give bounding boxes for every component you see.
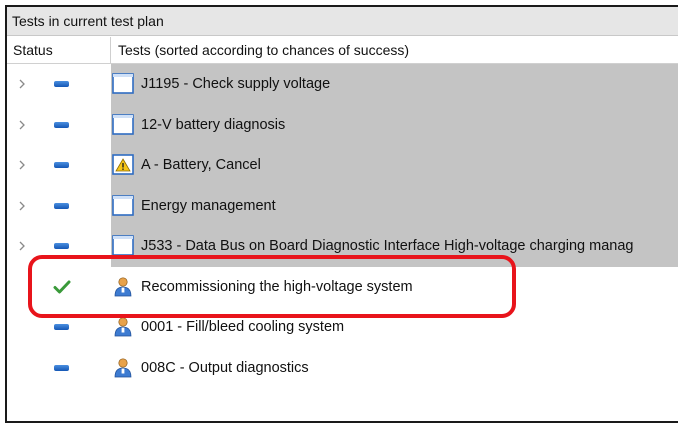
- test-label: Recommissioning the high-voltage system: [141, 278, 413, 295]
- chevron-right-icon[interactable]: [18, 199, 26, 211]
- pending-status-icon: [54, 202, 69, 209]
- pending-status-icon: [54, 243, 69, 249]
- pending-status-icon: [54, 121, 69, 128]
- tests-column-header[interactable]: Tests (sorted according to chances of su…: [118, 37, 409, 63]
- document-icon: [112, 73, 134, 94]
- user-icon: [112, 316, 134, 337]
- test-label: J533 - Data Bus on Board Diagnostic Inte…: [141, 238, 634, 254]
- test-plan-panel: Tests in current test plan Status Tests …: [5, 5, 678, 423]
- document-icon: [112, 194, 134, 216]
- panel-title: Tests in current test plan: [7, 7, 678, 36]
- test-row[interactable]: 12-V battery diagnosis: [7, 105, 678, 145]
- warning-document-icon: [112, 154, 134, 175]
- pending-status-icon: [54, 324, 69, 330]
- test-label: A - Battery, Cancel: [141, 157, 261, 173]
- column-divider[interactable]: [110, 37, 111, 63]
- pending-status-icon: [54, 364, 69, 371]
- user-icon: [112, 276, 134, 297]
- test-label: Energy management: [141, 197, 276, 214]
- chevron-right-icon[interactable]: [18, 77, 26, 89]
- test-label: J1195 - Check supply voltage: [141, 76, 331, 92]
- test-row[interactable]: Recommissioning the high-voltage system: [7, 267, 678, 307]
- test-label: 12-V battery diagnosis: [141, 116, 286, 133]
- pending-status-icon: [54, 162, 69, 168]
- chevron-right-icon[interactable]: [18, 118, 26, 130]
- chevron-right-icon[interactable]: [18, 158, 26, 170]
- checkmark-icon: [53, 279, 71, 295]
- test-row[interactable]: J1195 - Check supply voltage: [7, 64, 678, 104]
- test-label: 0001 - Fill/bleed cooling system: [141, 319, 345, 335]
- test-row[interactable]: 0001 - Fill/bleed cooling system: [7, 307, 678, 347]
- column-header-row: Status Tests (sorted according to chance…: [7, 37, 678, 64]
- user-icon: [112, 357, 134, 378]
- pending-status-icon: [54, 81, 69, 87]
- document-icon: [112, 235, 134, 256]
- test-row[interactable]: A - Battery, Cancel: [7, 145, 678, 185]
- test-row[interactable]: 008C - Output diagnostics: [7, 348, 678, 388]
- test-label: 008C - Output diagnostics: [141, 359, 309, 376]
- chevron-right-icon[interactable]: [18, 239, 26, 251]
- test-row[interactable]: J533 - Data Bus on Board Diagnostic Inte…: [7, 226, 678, 266]
- test-row[interactable]: Energy management: [7, 186, 678, 226]
- status-column-header[interactable]: Status: [13, 37, 53, 63]
- document-icon: [112, 113, 134, 135]
